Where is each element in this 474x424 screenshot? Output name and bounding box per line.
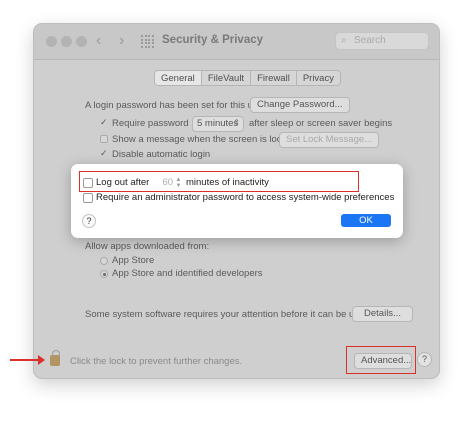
window-title: Security & Privacy [162, 34, 264, 46]
search-input[interactable]: ⌕ Search [335, 32, 429, 50]
login-password-text: A login password has been set for this u… [85, 100, 267, 111]
app-store-option-label: App Store [112, 255, 155, 266]
disable-auto-login-label: Disable automatic login [112, 149, 211, 160]
disable-auto-login-checkmark-icon[interactable]: ✓ [100, 148, 108, 159]
tab-firewall[interactable]: Firewall [251, 71, 297, 85]
require-password-checkmark-icon[interactable]: ✓ [100, 117, 108, 128]
set-lock-message-button[interactable]: Set Lock Message... [279, 132, 380, 148]
forward-chevron-icon[interactable]: › [119, 32, 124, 50]
annotation-arrow-line [10, 359, 40, 361]
tab-general[interactable]: General [155, 71, 202, 85]
zoom-window-button[interactable] [76, 36, 87, 47]
dropdown-caret-icon: ⇕ [233, 118, 240, 127]
require-password-label: Require password [112, 118, 189, 129]
require-password-dropdown[interactable]: 5 minutes ⇕ [192, 116, 244, 132]
minimize-window-button[interactable] [61, 36, 72, 47]
system-software-text: Some system software requires your atten… [85, 309, 373, 320]
tab-bar: General FileVault Firewall Privacy [154, 70, 341, 86]
lock-icon[interactable] [50, 350, 60, 366]
back-chevron-icon[interactable]: ‹ [96, 32, 101, 50]
stage: ‹ › Security & Privacy ⌕ Search General … [0, 0, 474, 424]
require-password-suffix: after sleep or screen saver begins [249, 118, 393, 129]
require-admin-label: Require an administrator password to acc… [96, 192, 395, 203]
app-store-radio[interactable] [100, 257, 108, 265]
ok-button[interactable]: OK [341, 214, 391, 227]
title-bar: ‹ › Security & Privacy ⌕ Search [34, 24, 439, 60]
search-placeholder: Search [354, 35, 386, 46]
require-admin-checkbox[interactable] [83, 193, 93, 203]
details-button[interactable]: Details... [352, 306, 413, 322]
app-store-identified-option-label: App Store and identified developers [112, 268, 263, 279]
show-message-label: Show a message when the screen is locked [112, 134, 297, 145]
show-message-checkbox[interactable] [100, 135, 108, 143]
logout-highlight-box [79, 171, 359, 192]
help-button[interactable]: ? [417, 352, 432, 367]
close-window-button[interactable] [46, 36, 57, 47]
show-all-grid-icon[interactable] [141, 35, 154, 48]
lock-text: Click the lock to prevent further change… [70, 356, 243, 367]
search-icon: ⌕ [341, 35, 347, 46]
allow-apps-label: Allow apps downloaded from: [85, 241, 210, 252]
tab-filevault[interactable]: FileVault [202, 71, 252, 85]
advanced-highlight-box [346, 346, 416, 374]
app-store-identified-radio[interactable] [100, 270, 108, 278]
arrow-right-icon [38, 355, 45, 365]
require-password-value: 5 minutes [197, 118, 239, 129]
dialog-help-button[interactable]: ? [82, 214, 96, 228]
change-password-button[interactable]: Change Password... [250, 97, 350, 113]
tab-privacy[interactable]: Privacy [297, 71, 340, 85]
